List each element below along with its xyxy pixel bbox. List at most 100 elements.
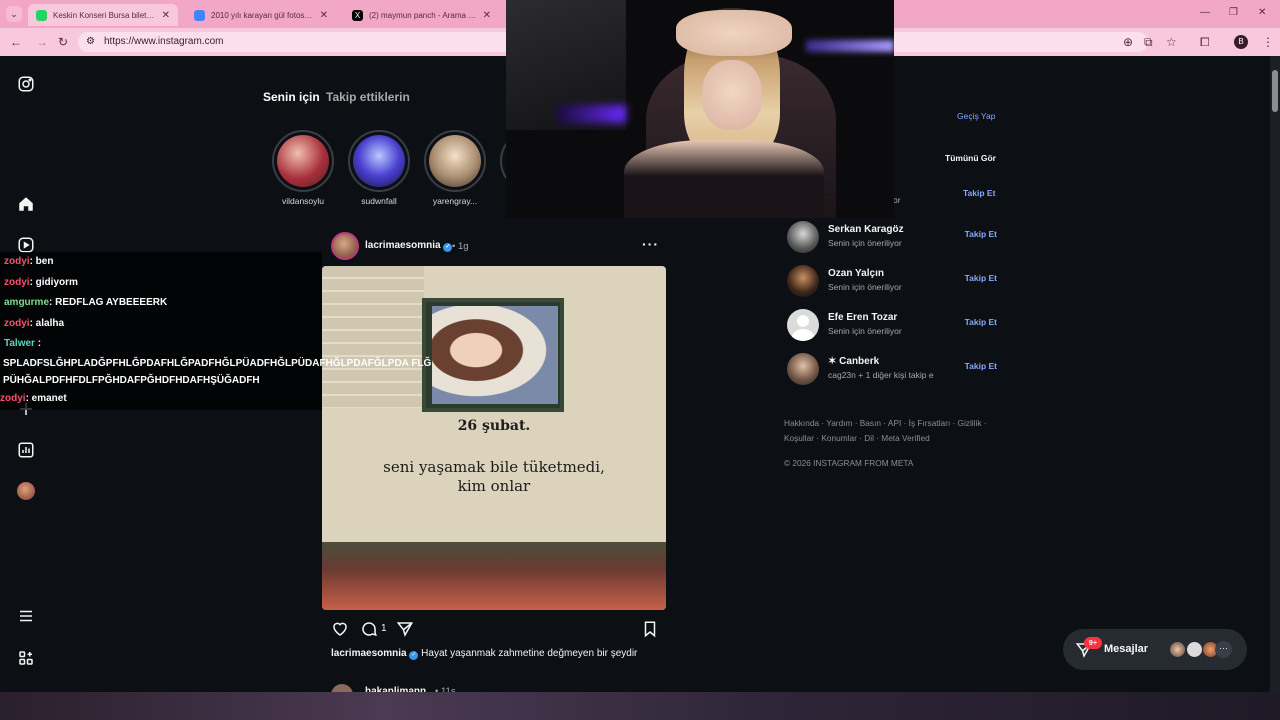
close-icon[interactable]: ✕ xyxy=(320,10,328,21)
image-quote-text: seni yaşamak bile tüketmedi, kim onlar xyxy=(383,458,605,495)
window-close-icon[interactable]: ✕ xyxy=(1258,7,1266,18)
tab-for-you[interactable]: Senin için xyxy=(263,90,320,104)
post-author-avatar[interactable] xyxy=(331,232,359,260)
suggestion-name[interactable]: Serkan Karagöz xyxy=(828,224,904,235)
story-ring xyxy=(272,130,334,192)
suggestion-avatar[interactable] xyxy=(787,221,819,253)
follow-button[interactable]: Takip Et xyxy=(965,361,997,371)
url-text: https://www.instagram.com xyxy=(104,36,224,47)
follow-button[interactable]: Takip Et xyxy=(965,317,997,327)
chat-message: zodyi: alalha xyxy=(4,318,64,329)
reload-icon[interactable]: ↻ xyxy=(58,35,68,49)
chat-text: : alalha xyxy=(29,318,65,329)
chat-username: zodyi xyxy=(4,277,30,288)
follow-button[interactable]: Takip Et xyxy=(965,229,997,239)
suggestion-name[interactable]: ✶ Canberk xyxy=(828,356,879,367)
suggestion-name[interactable]: Ozan Yalçın xyxy=(828,268,884,279)
follow-button[interactable]: Takip Et xyxy=(963,188,995,198)
tab-following[interactable]: Takip ettiklerin xyxy=(326,90,410,104)
comment-icon[interactable] xyxy=(360,620,378,638)
dashboard-icon[interactable] xyxy=(17,441,35,459)
scrollbar[interactable] xyxy=(1270,56,1280,692)
browser-tab-3[interactable]: X (2) maymun panch - Arama / X ✕ xyxy=(344,4,499,26)
suggestion-avatar[interactable] xyxy=(787,353,819,385)
tab-title: Keskin Konseri Bursa biletleri | xyxy=(53,10,156,20)
home-icon[interactable] xyxy=(17,195,35,213)
site-info-icon[interactable]: ⚙ xyxy=(86,32,95,52)
follow-button[interactable]: Takip Et xyxy=(965,273,997,283)
more-options-icon[interactable]: ··· xyxy=(642,236,659,252)
footer-links[interactable]: Hakkında · Yardım · Basın · API · İş Fır… xyxy=(784,416,999,446)
zoom-icon[interactable]: ⊕ xyxy=(1123,35,1133,49)
suggestion-avatar[interactable] xyxy=(787,265,819,297)
forward-arrow-icon[interactable]: → xyxy=(36,35,48,49)
led-light xyxy=(556,105,626,123)
chat-long-message: SPLADFSLĞHPLADĞPFHLĞPDAFHLĞPADFHĞLPÜADFH… xyxy=(3,358,432,386)
copyright-text: © 2026 INSTAGRAM FROM META xyxy=(784,458,914,468)
caption-username[interactable]: lacrimaesomnia xyxy=(331,648,407,659)
suggestion-subtitle: cag23n + 1 diğer kişi takip e xyxy=(828,370,934,380)
suggestion-row: Serkan Karagöz Senin için öneriliyor Tak… xyxy=(787,221,997,255)
maximize-icon[interactable]: ❐ xyxy=(1229,7,1238,18)
more-icon: ··· xyxy=(1215,641,1232,658)
browser-tab-2[interactable]: 2010 yılı karayan gül fotosu - ✕ xyxy=(186,4,336,26)
tab-search-button[interactable]: ⌄ xyxy=(6,6,22,22)
suggestion-subtitle: Senin için öneriliyor xyxy=(828,326,902,336)
chat-text: : REDFLAG AYBEEEERK xyxy=(49,297,168,308)
bookmark-star-icon[interactable]: ☆ xyxy=(1166,35,1177,49)
more-menu-icon[interactable] xyxy=(17,607,35,625)
extensions-icon[interactable]: ⧠ xyxy=(1200,35,1210,50)
share-send-icon[interactable] xyxy=(396,620,414,638)
story-ring xyxy=(348,130,410,192)
post-image[interactable]: 26 şubat. seni yaşamak bile tüketmedi, k… xyxy=(322,266,666,610)
browser-menu-icon[interactable]: ⋮ xyxy=(1262,35,1274,49)
minimize-icon[interactable]: — xyxy=(1200,7,1210,18)
person-body xyxy=(624,140,824,218)
chat-text: : ben xyxy=(29,256,54,267)
next-post-time-text: 11s xyxy=(440,686,456,692)
bottom-photo xyxy=(322,542,666,610)
comment-count: 1 xyxy=(381,623,387,634)
default-avatar-icon[interactable] xyxy=(787,309,819,341)
chat-username: Talwer xyxy=(4,338,35,349)
install-app-icon[interactable]: ⧉ xyxy=(1144,35,1153,50)
story-item[interactable]: yarengray... xyxy=(424,130,486,206)
unread-badge: 9+ xyxy=(1084,637,1102,649)
messages-button[interactable]: 9+ Mesajlar ··· xyxy=(1063,629,1247,670)
next-post-time: • 11s xyxy=(435,686,456,692)
instagram-logo-icon[interactable] xyxy=(17,75,35,93)
post-username[interactable]: lacrimaesomnia ✓ xyxy=(365,240,453,252)
close-icon[interactable]: ✕ xyxy=(483,10,491,21)
suggestion-name[interactable]: Efe Eren Tozar xyxy=(828,312,897,323)
story-avatar xyxy=(353,135,405,187)
story-item[interactable]: sudwnfall xyxy=(348,130,410,206)
browser-profile-avatar[interactable]: B xyxy=(1234,35,1248,49)
google-icon xyxy=(194,9,205,21)
image-date-text: 26 şubat. xyxy=(457,418,531,434)
switch-account-link[interactable]: Geçiş Yap xyxy=(957,111,995,121)
close-icon[interactable]: ✕ xyxy=(162,10,170,21)
story-username: yarengray... xyxy=(432,196,478,206)
messages-label: Mesajlar xyxy=(1104,643,1149,655)
next-post-avatar[interactable] xyxy=(331,684,353,692)
suggestion-row: ✶ Canberk cag23n + 1 diğer kişi takip e … xyxy=(787,353,997,387)
also-from-meta-icon[interactable] xyxy=(17,649,35,667)
story-item[interactable]: vildansoylu xyxy=(272,130,334,206)
back-arrow-icon[interactable]: ← xyxy=(10,35,22,49)
suggestion-row: Ozan Yalçın Senin için öneriliyor Takip … xyxy=(787,265,997,299)
next-post-username[interactable]: hakanlimann xyxy=(365,686,426,692)
see-all-link[interactable]: Tümünü Gör xyxy=(945,153,996,163)
chat-text: : gidiyorm xyxy=(29,277,78,288)
desktop-taskbar xyxy=(0,692,1280,720)
save-bookmark-icon[interactable] xyxy=(641,620,659,638)
tab-title: 2010 yılı karayan gül fotosu - xyxy=(211,10,314,20)
chat-message: zodyi: gidiyorm xyxy=(4,277,78,288)
chat-text: : emanet xyxy=(25,393,67,404)
scrollbar-thumb[interactable] xyxy=(1272,70,1278,112)
tab-title: (2) maymun panch - Arama / X xyxy=(369,10,477,20)
like-heart-icon[interactable] xyxy=(331,620,349,638)
chat-text: : xyxy=(34,338,42,349)
whatsapp-icon xyxy=(36,9,47,21)
profile-avatar[interactable] xyxy=(17,482,35,500)
browser-tab-1[interactable]: Keskin Konseri Bursa biletleri | ✕ xyxy=(28,4,178,26)
